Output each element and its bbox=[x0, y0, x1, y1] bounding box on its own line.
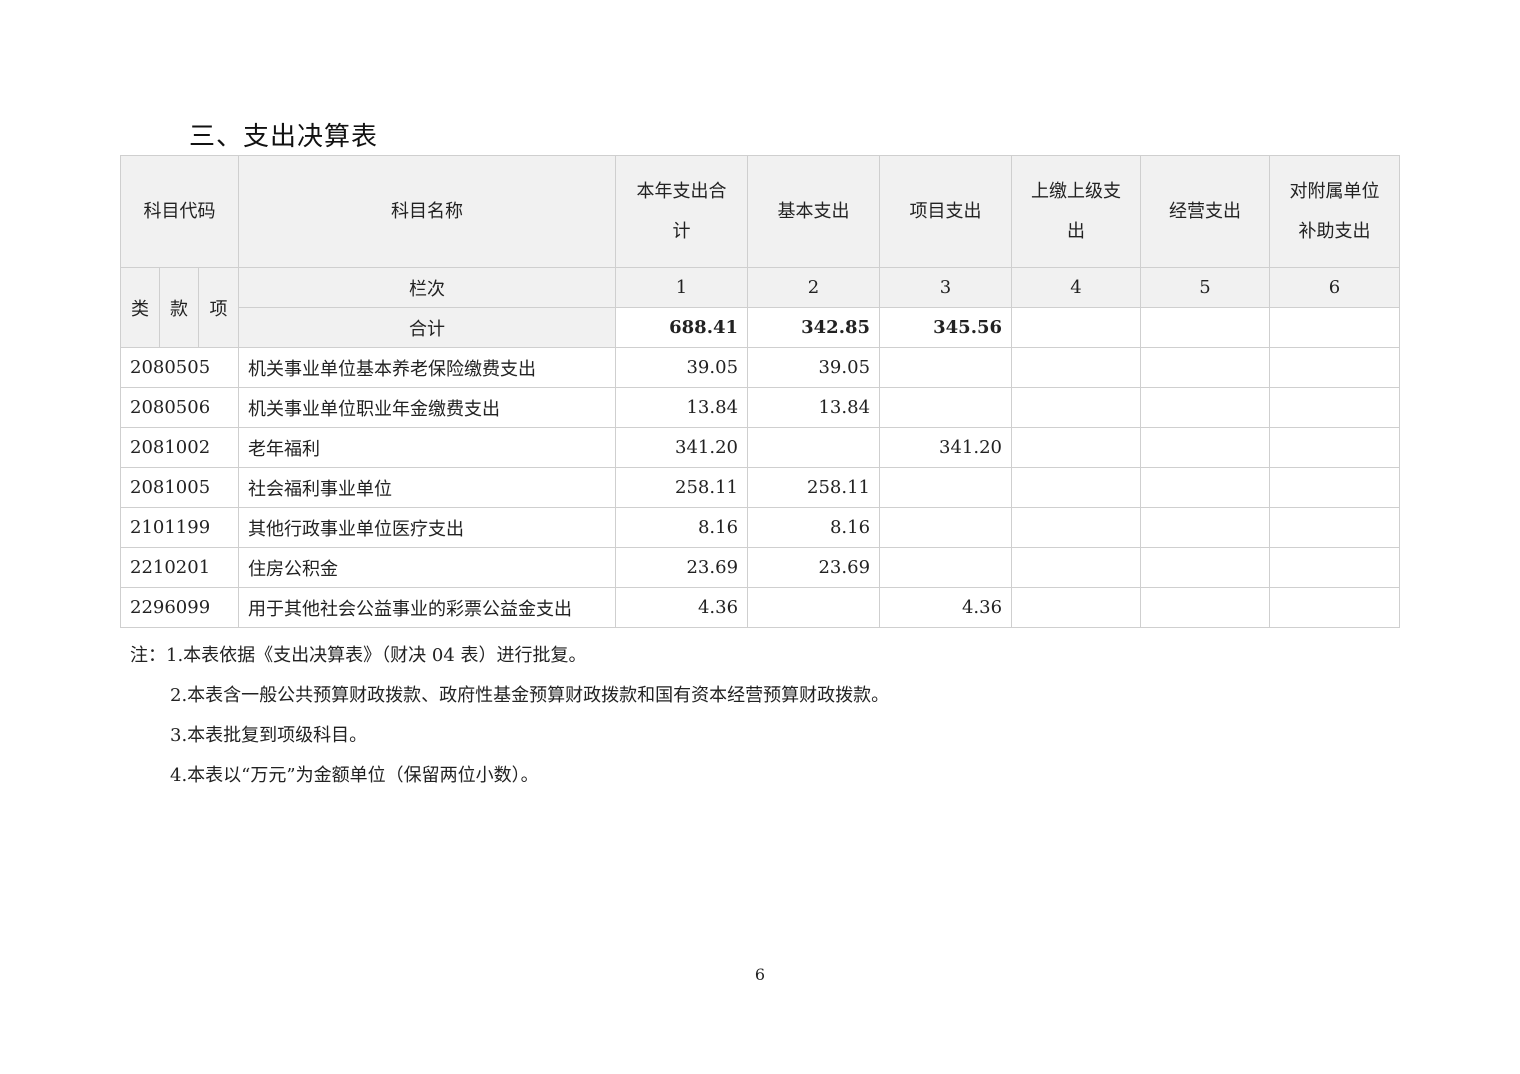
row-value: 4.36 bbox=[615, 587, 749, 628]
total-value: 342.85 bbox=[747, 307, 881, 348]
page-title: 三、支出决算表 bbox=[189, 122, 379, 152]
header-name: 科目名称 bbox=[238, 155, 617, 268]
header-col4: 上缴上级支出 bbox=[1011, 155, 1142, 268]
header-code: 科目代码 bbox=[119, 155, 240, 268]
row-value: 23.69 bbox=[747, 547, 881, 588]
row-code: 2296099 bbox=[119, 587, 240, 628]
col-num: 3 bbox=[879, 267, 1013, 308]
row-value bbox=[1011, 507, 1142, 548]
total-row: 合计 688.41 342.85 345.56 bbox=[121, 307, 1401, 348]
total-label: 合计 bbox=[238, 307, 617, 348]
total-value bbox=[1011, 307, 1142, 348]
row-value: 341.20 bbox=[615, 427, 749, 468]
header-col1: 本年支出合计 bbox=[615, 155, 749, 268]
note-4: 4.本表以“万元”为金额单位（保留两位小数）。 bbox=[170, 765, 539, 786]
table-row: 2210201 住房公积金 23.69 23.69 bbox=[119, 547, 1401, 588]
header-col3: 项目支出 bbox=[879, 155, 1013, 268]
row-code: 2080505 bbox=[119, 347, 240, 388]
table-row: 2081005 社会福利事业单位 258.11 258.11 bbox=[119, 467, 1401, 508]
row-value: 341.20 bbox=[879, 427, 1013, 468]
row-code: 2101199 bbox=[119, 507, 240, 548]
note-2: 2.本表含一般公共预算财政拨款、政府性基金预算财政拨款和国有资本经营预算财政拨款… bbox=[170, 685, 890, 706]
row-code: 2080506 bbox=[119, 387, 240, 428]
row-value: 23.69 bbox=[615, 547, 749, 588]
row-value bbox=[747, 427, 881, 468]
row-value bbox=[1269, 427, 1401, 468]
row-value bbox=[879, 387, 1013, 428]
header-lei: 类 bbox=[120, 267, 160, 348]
row-value: 13.84 bbox=[615, 387, 749, 428]
header-col2: 基本支出 bbox=[747, 155, 881, 268]
row-value bbox=[1011, 547, 1142, 588]
total-value: 345.56 bbox=[879, 307, 1013, 348]
row-value bbox=[1269, 347, 1401, 388]
row-code: 2210201 bbox=[119, 547, 240, 588]
total-value bbox=[1140, 307, 1271, 348]
row-value bbox=[1011, 587, 1142, 628]
row-value bbox=[1011, 387, 1142, 428]
row-value bbox=[1269, 467, 1401, 508]
table-row: 2081002 老年福利 341.20 341.20 bbox=[119, 427, 1401, 468]
row-value bbox=[1140, 547, 1271, 588]
header-kuan: 款 bbox=[159, 267, 199, 348]
col-num: 6 bbox=[1269, 267, 1401, 308]
row-value: 39.05 bbox=[747, 347, 881, 388]
col-num: 1 bbox=[615, 267, 749, 308]
row-value bbox=[1269, 387, 1401, 428]
notes: 注：1.本表依据《支出决算表》（财决 04 表）进行批复。 2.本表含一般公共预… bbox=[130, 636, 889, 796]
column-number-row: 类 款 项 栏次 1 2 3 4 5 6 bbox=[120, 267, 1401, 348]
table-row: 2080505 机关事业单位基本养老保险缴费支出 39.05 39.05 bbox=[119, 347, 1401, 388]
note-1: 注：1.本表依据《支出决算表》（财决 04 表）进行批复。 bbox=[130, 645, 587, 666]
row-name: 住房公积金 bbox=[238, 547, 617, 588]
row-value bbox=[1269, 547, 1401, 588]
row-value bbox=[1011, 467, 1142, 508]
header-col6: 对附属单位补助支出 bbox=[1269, 155, 1401, 268]
row-value bbox=[1140, 587, 1271, 628]
header-lanci: 栏次 bbox=[238, 267, 617, 308]
row-value bbox=[879, 507, 1013, 548]
row-value bbox=[1269, 507, 1401, 548]
row-value bbox=[1140, 427, 1271, 468]
header-row: 科目代码 科目名称 本年支出合计 基本支出 项目支出 上缴上级支出 经营支出 对… bbox=[119, 155, 1401, 268]
total-value bbox=[1269, 307, 1401, 348]
row-name: 机关事业单位职业年金缴费支出 bbox=[238, 387, 617, 428]
table-row: 2080506 机关事业单位职业年金缴费支出 13.84 13.84 bbox=[119, 387, 1401, 428]
row-value bbox=[1140, 507, 1271, 548]
row-value bbox=[1140, 347, 1271, 388]
header-xiang: 项 bbox=[197, 267, 240, 348]
row-code: 2081005 bbox=[119, 467, 240, 508]
row-value bbox=[879, 547, 1013, 588]
row-value bbox=[1140, 467, 1271, 508]
row-name: 老年福利 bbox=[238, 427, 617, 468]
row-value bbox=[1269, 587, 1401, 628]
col-num: 4 bbox=[1011, 267, 1142, 308]
row-code: 2081002 bbox=[119, 427, 240, 468]
row-value bbox=[879, 347, 1013, 388]
note-3: 3.本表批复到项级科目。 bbox=[170, 725, 368, 746]
row-value: 4.36 bbox=[879, 587, 1013, 628]
row-value: 258.11 bbox=[747, 467, 881, 508]
col-num: 5 bbox=[1140, 267, 1271, 308]
table-row: 2296099 用于其他社会公益事业的彩票公益金支出 4.36 4.36 bbox=[119, 587, 1401, 628]
row-value: 13.84 bbox=[747, 387, 881, 428]
col-num: 2 bbox=[747, 267, 881, 308]
row-value bbox=[1140, 387, 1271, 428]
row-value: 39.05 bbox=[615, 347, 749, 388]
total-value: 688.41 bbox=[615, 307, 749, 348]
row-name: 社会福利事业单位 bbox=[238, 467, 617, 508]
row-value bbox=[1011, 427, 1142, 468]
row-value bbox=[1011, 347, 1142, 388]
row-value: 8.16 bbox=[747, 507, 881, 548]
row-name: 机关事业单位基本养老保险缴费支出 bbox=[238, 347, 617, 388]
row-value bbox=[879, 467, 1013, 508]
row-value: 258.11 bbox=[615, 467, 749, 508]
header-col5: 经营支出 bbox=[1140, 155, 1271, 268]
table-row: 2101199 其他行政事业单位医疗支出 8.16 8.16 bbox=[119, 507, 1401, 548]
row-value bbox=[747, 587, 881, 628]
page-number: 6 bbox=[754, 965, 766, 984]
row-name: 其他行政事业单位医疗支出 bbox=[238, 507, 617, 548]
row-name: 用于其他社会公益事业的彩票公益金支出 bbox=[238, 587, 617, 628]
row-value: 8.16 bbox=[615, 507, 749, 548]
expenditure-table: 科目代码 科目名称 本年支出合计 基本支出 项目支出 上缴上级支出 经营支出 对… bbox=[119, 155, 1401, 628]
